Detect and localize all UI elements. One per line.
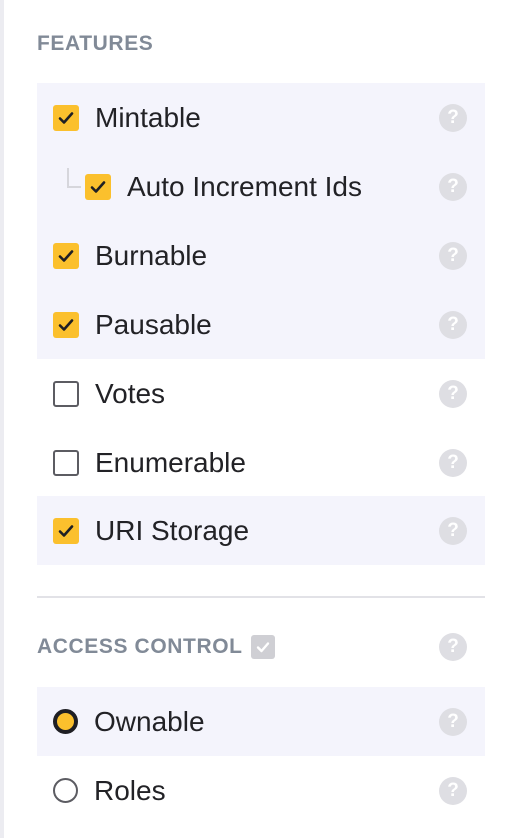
votes-label: Votes xyxy=(95,377,166,409)
question-mark-circle-icon[interactable]: ? xyxy=(439,707,467,736)
pausable-label: Pausable xyxy=(95,308,212,340)
section-divider xyxy=(37,596,485,598)
question-mark-circle-icon[interactable]: ? xyxy=(439,241,467,270)
feature-votes[interactable]: Votes ? xyxy=(37,359,485,428)
votes-checkbox[interactable] xyxy=(53,380,79,407)
access-option-ownable[interactable]: Ownable ? xyxy=(37,687,485,756)
burnable-checkbox[interactable] xyxy=(53,242,79,269)
tree-connector xyxy=(67,168,81,188)
access-option-roles[interactable]: Roles ? xyxy=(37,756,485,825)
access-control-toggle[interactable] xyxy=(250,635,275,659)
checkmark-icon xyxy=(256,642,269,653)
question-mark-circle-icon[interactable]: ? xyxy=(439,379,467,408)
access-control-header: ACCESS CONTROL ? xyxy=(37,612,485,682)
feature-auto-increment-ids[interactable]: Auto Increment Ids ? xyxy=(37,152,485,221)
checkmark-icon xyxy=(58,111,74,124)
checkmark-icon xyxy=(58,249,74,262)
question-mark-circle-icon[interactable]: ? xyxy=(439,633,467,661)
feature-uri-storage[interactable]: URI Storage ? xyxy=(37,496,485,565)
auto-increment-ids-label: Auto Increment Ids xyxy=(127,170,363,202)
roles-label: Roles xyxy=(94,774,166,806)
feature-burnable[interactable]: Burnable ? xyxy=(37,221,485,290)
enumerable-label: Enumerable xyxy=(95,446,246,478)
features-heading-label: FEATURES xyxy=(37,32,154,55)
uri-storage-checkbox[interactable] xyxy=(53,517,79,544)
question-mark-circle-icon[interactable]: ? xyxy=(439,172,467,201)
checkmark-icon xyxy=(58,318,74,331)
question-mark-circle-icon[interactable]: ? xyxy=(439,103,467,132)
access-control-heading-label: ACCESS CONTROL xyxy=(37,635,243,658)
mintable-label: Mintable xyxy=(95,101,201,133)
feature-enumerable[interactable]: Enumerable ? xyxy=(37,428,485,497)
question-mark-circle-icon[interactable]: ? xyxy=(439,776,467,805)
burnable-label: Burnable xyxy=(95,239,208,271)
ownable-label: Ownable xyxy=(94,705,205,737)
pausable-checkbox[interactable] xyxy=(53,311,79,338)
question-mark-circle-icon[interactable]: ? xyxy=(439,310,467,339)
mintable-checkbox[interactable] xyxy=(53,104,79,131)
checkmark-icon xyxy=(90,180,106,193)
checkmark-icon xyxy=(58,524,74,537)
enumerable-checkbox[interactable] xyxy=(53,449,79,476)
auto-increment-ids-checkbox[interactable] xyxy=(85,173,111,200)
question-mark-circle-icon[interactable]: ? xyxy=(439,448,467,477)
features-heading: FEATURES xyxy=(37,32,153,56)
roles-radio[interactable] xyxy=(53,778,78,803)
question-mark-circle-icon[interactable]: ? xyxy=(439,516,467,545)
panel-left-border xyxy=(0,0,4,838)
feature-mintable[interactable]: Mintable ? xyxy=(37,83,485,152)
feature-pausable[interactable]: Pausable ? xyxy=(37,290,485,359)
uri-storage-label: URI Storage xyxy=(95,514,250,546)
access-control-heading: ACCESS CONTROL xyxy=(37,635,275,659)
ownable-radio[interactable] xyxy=(53,709,78,734)
